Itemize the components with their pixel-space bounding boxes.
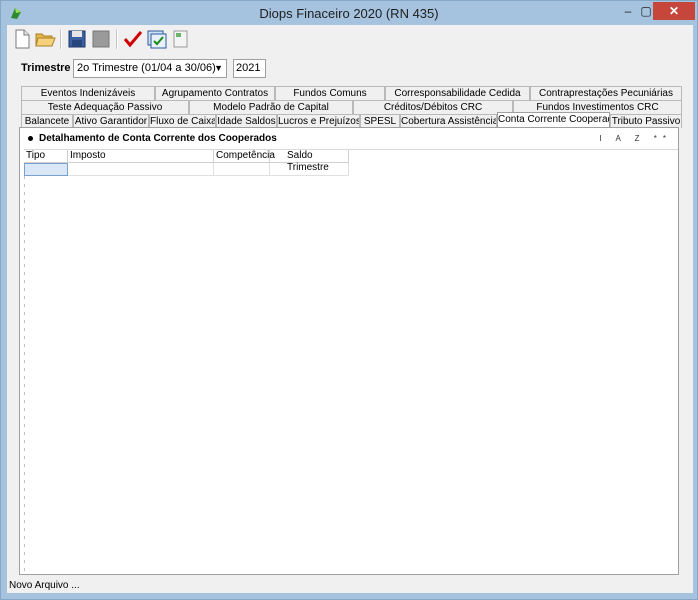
- tab-fundos-comuns[interactable]: Fundos Comuns: [275, 86, 385, 100]
- year-input[interactable]: 2021: [233, 59, 266, 78]
- validate-icon[interactable]: [146, 28, 168, 50]
- grid-cell-imposto[interactable]: [68, 163, 214, 176]
- column-header-competencia[interactable]: Competência: [214, 150, 275, 163]
- check-icon[interactable]: [122, 28, 144, 50]
- tab-modelo-padrao-capital[interactable]: Modelo Padrão de Capital: [189, 100, 353, 114]
- column-header-tipo[interactable]: Tipo: [24, 150, 68, 163]
- export-icon[interactable]: [170, 28, 192, 50]
- bullet-icon: [28, 135, 33, 141]
- grid-row-indicator: [24, 176, 25, 572]
- tab-fluxo-de-caixa[interactable]: Fluxo de Caixa: [149, 114, 216, 128]
- tab-balancete[interactable]: Balancete: [21, 114, 73, 128]
- data-grid[interactable]: Tipo Imposto Competência Saldo Trimestre: [24, 149, 678, 574]
- tab-ativo-garantidor[interactable]: Ativo Garantidor: [73, 114, 149, 128]
- title-bar: Diops Finaceiro 2020 (RN 435) – ▢ ✕: [1, 1, 697, 25]
- tab-spesl[interactable]: SPESL: [360, 114, 400, 128]
- panel-tool-icons[interactable]: I A Z **: [600, 134, 672, 143]
- trimestre-label: Trimestre: [21, 62, 71, 74]
- tab-contraprestacoes-pecuniarias[interactable]: Contraprestações Pecuniárias: [530, 86, 682, 100]
- trimestre-value: 2o Trimestre (01/04 a 30/06): [77, 62, 216, 74]
- tab-tributo-passivo[interactable]: Tributo Passivo: [610, 114, 682, 128]
- save-disabled-icon: [92, 30, 110, 48]
- toolbar-separator: [116, 29, 118, 49]
- tab-panel: Detalhamento de Conta Corrente dos Coope…: [19, 127, 679, 575]
- grid-cell-saldo-trimestre[interactable]: [270, 163, 349, 176]
- column-header-saldo-trimestre[interactable]: Saldo Trimestre: [270, 150, 349, 173]
- grid-cell-tipo[interactable]: [24, 163, 68, 176]
- tab-conta-corrente-cooperado[interactable]: Conta Corrente Cooperado: [497, 112, 610, 128]
- tab-teste-adequacao-passivo[interactable]: Teste Adequação Passivo: [21, 100, 189, 114]
- tab-cobertura-assistencial[interactable]: Cobertura Assistêncial: [400, 114, 497, 128]
- close-button[interactable]: ✕: [653, 2, 695, 20]
- toolbar: [7, 25, 693, 55]
- grid-cell-competencia[interactable]: [214, 163, 270, 176]
- tab-corresponsabilidade-cedida[interactable]: Corresponsabilidade Cedida: [385, 86, 530, 100]
- column-header-imposto[interactable]: Imposto: [68, 150, 214, 163]
- new-file-icon[interactable]: [11, 28, 33, 50]
- client-area: Trimestre 2o Trimestre (01/04 a 30/06) ▼…: [7, 25, 693, 593]
- tab-agrupamento-contratos[interactable]: Agrupamento Contratos: [155, 86, 275, 100]
- section-title-text: Detalhamento de Conta Corrente dos Coope…: [39, 133, 277, 144]
- chevron-down-icon: ▼: [214, 63, 223, 73]
- section-title: Detalhamento de Conta Corrente dos Coope…: [28, 133, 277, 144]
- tab-creditos-debitos-crc[interactable]: Créditos/Débitos CRC: [353, 100, 513, 114]
- tab-eventos-indenizaveis[interactable]: Eventos Indenizáveis: [21, 86, 155, 100]
- status-bar-text: Novo Arquivo ...: [9, 580, 80, 591]
- tab-lucros-prejuizos[interactable]: Lucros e Prejuízos: [277, 114, 360, 128]
- tab-idade-saldos[interactable]: Idade Saldos: [216, 114, 277, 128]
- app-window: Diops Finaceiro 2020 (RN 435) – ▢ ✕ Trim…: [0, 0, 698, 600]
- window-title: Diops Finaceiro 2020 (RN 435): [259, 6, 439, 21]
- open-folder-icon[interactable]: [34, 28, 56, 50]
- save-disk-icon[interactable]: [66, 28, 88, 50]
- toolbar-separator: [60, 29, 62, 49]
- trimestre-select[interactable]: 2o Trimestre (01/04 a 30/06) ▼: [73, 59, 227, 78]
